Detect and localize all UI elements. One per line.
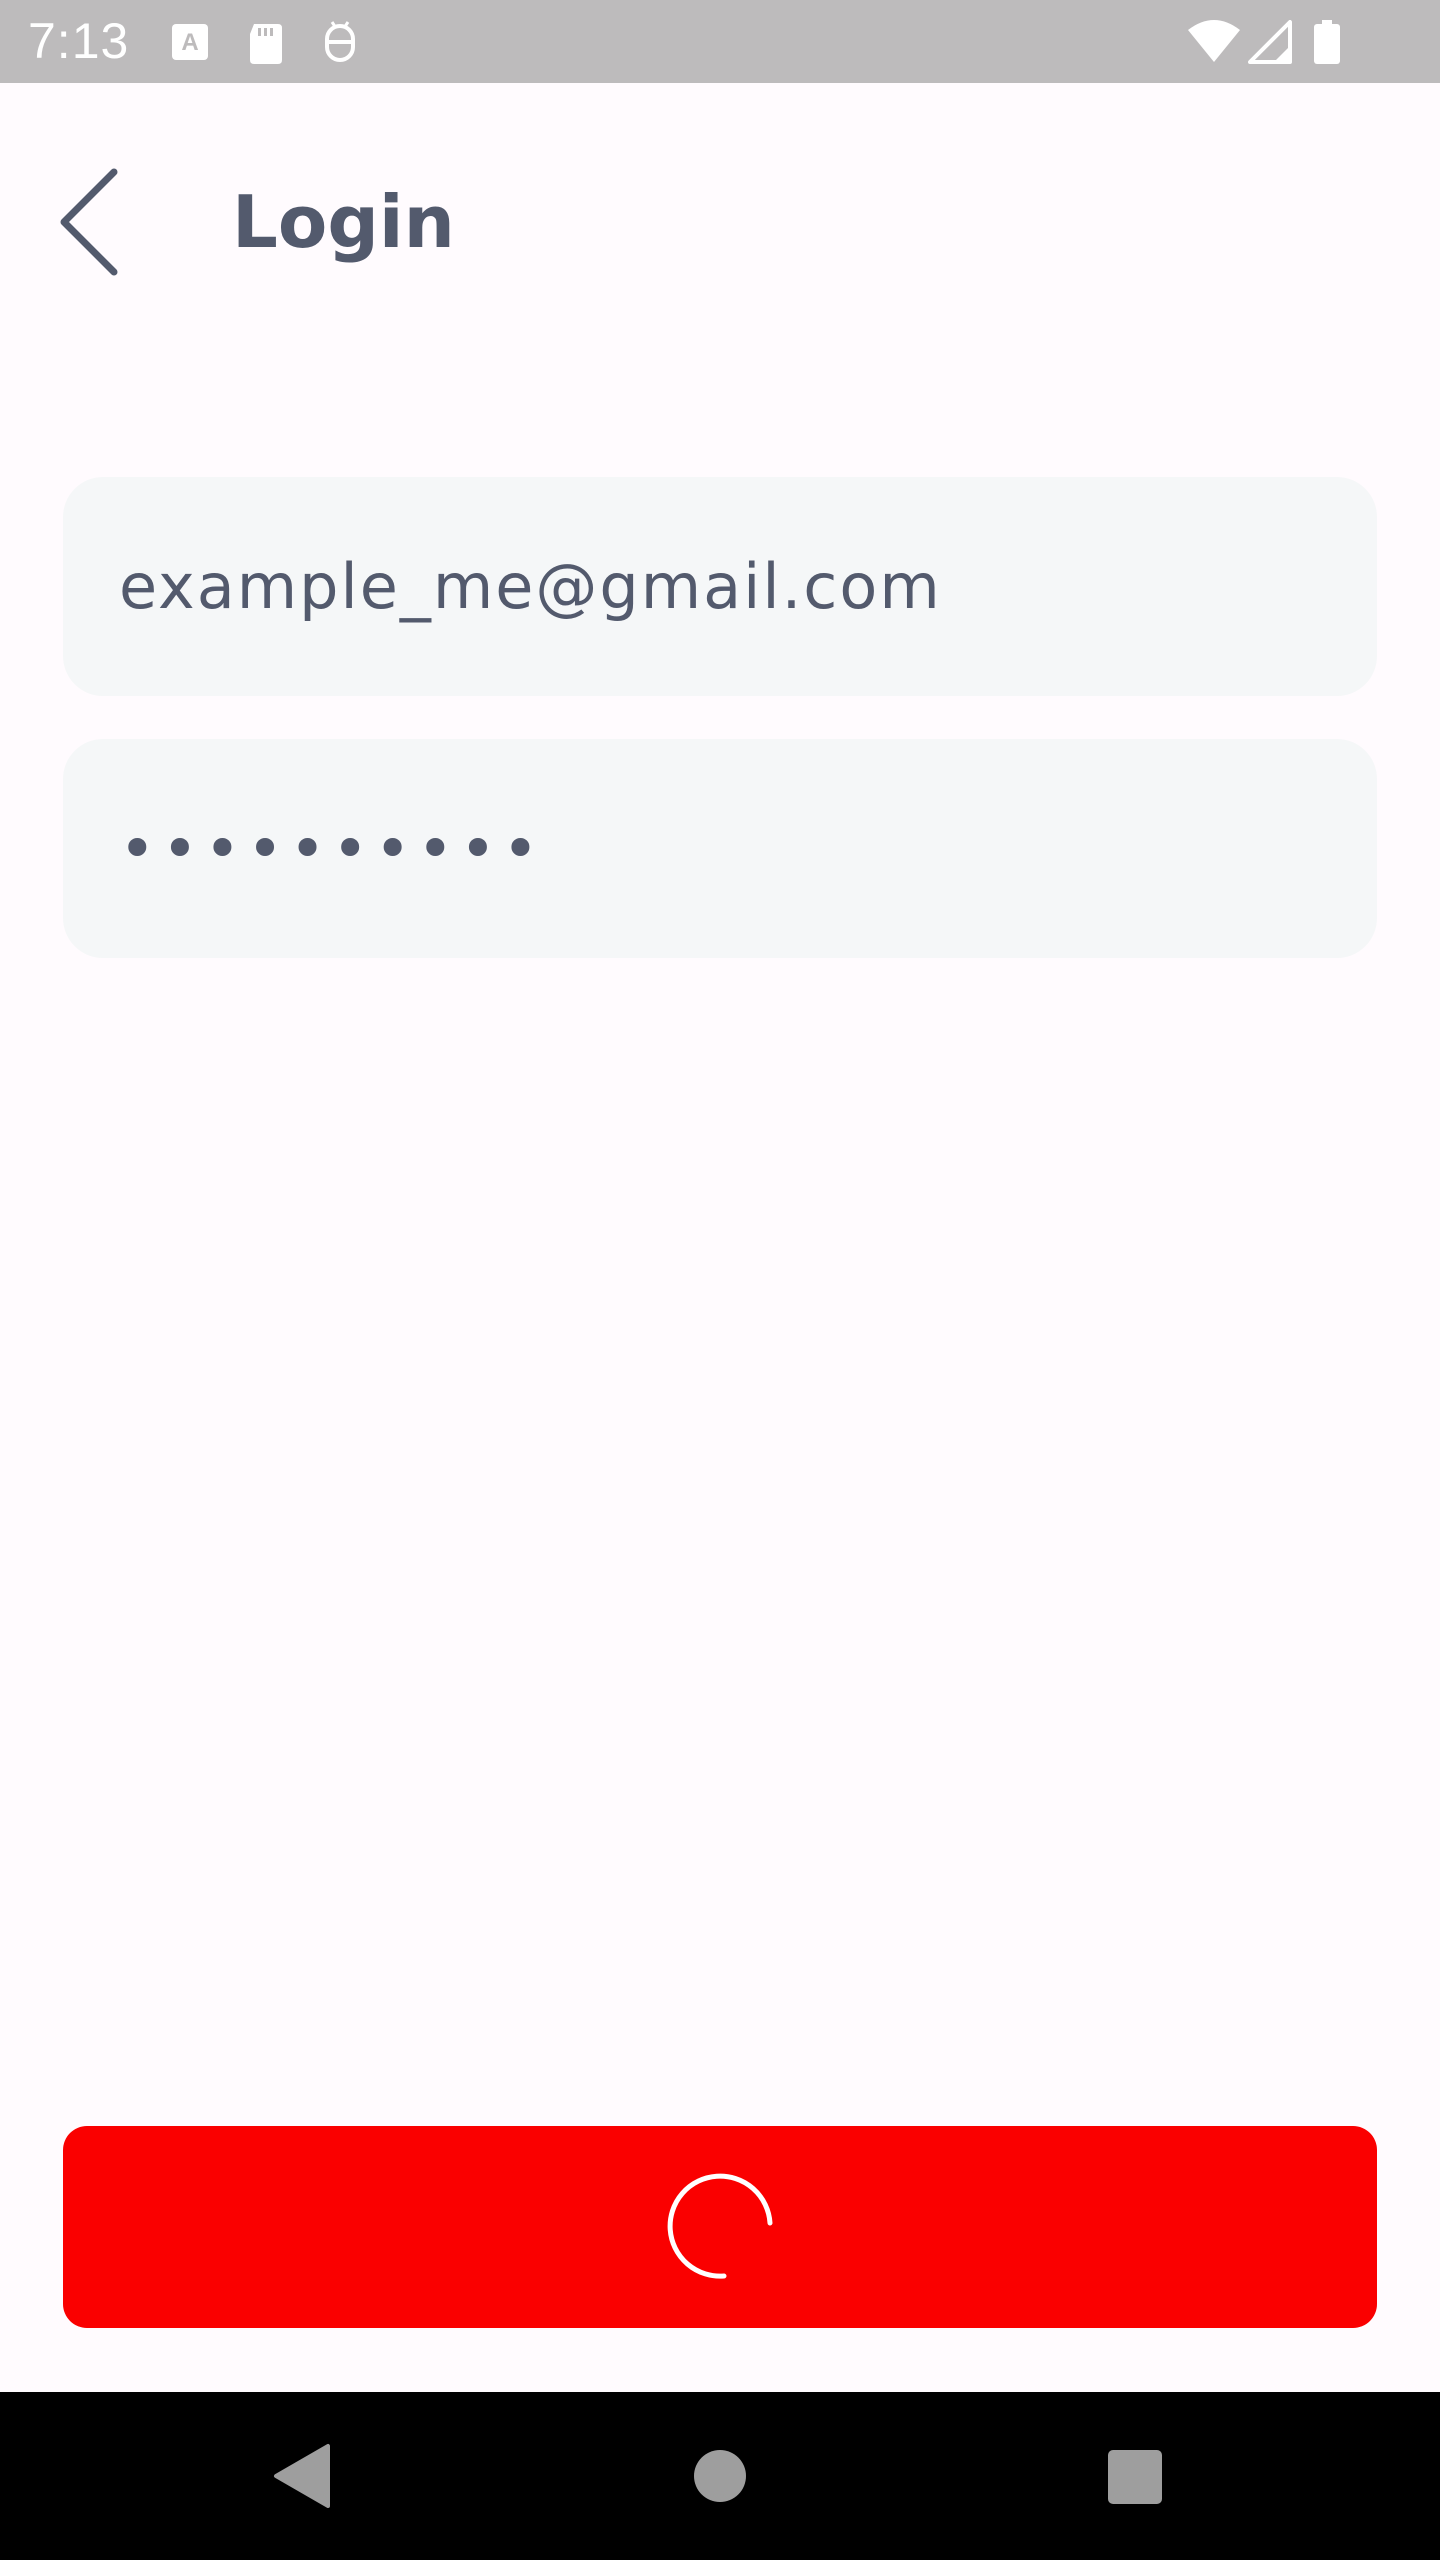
page-title: Login	[232, 180, 455, 264]
svg-text:A: A	[181, 29, 198, 56]
recents-square-icon[interactable]	[1094, 2436, 1174, 2516]
chevron-left-icon	[40, 168, 140, 294]
login-submit-button[interactable]	[63, 2126, 1377, 2328]
home-circle-icon[interactable]	[680, 2436, 760, 2516]
back-button[interactable]	[40, 150, 140, 290]
password-field[interactable]: ••••••••••	[63, 739, 1377, 958]
email-value: example_me@gmail.com	[119, 550, 942, 623]
back-triangle-icon[interactable]	[262, 2436, 342, 2516]
status-bar: 7:13 A	[0, 0, 1440, 83]
text-a-icon: A	[168, 20, 212, 64]
password-value: ••••••••••	[119, 812, 545, 885]
status-time: 7:13	[28, 13, 130, 69]
battery-icon	[1312, 20, 1342, 64]
email-field[interactable]: example_me@gmail.com	[63, 477, 1377, 696]
login-screen: 7:13 A Login example_me@gmail.com ••••••…	[0, 0, 1440, 2560]
debug-icon	[318, 20, 362, 64]
loading-spinner-icon	[666, 2173, 774, 2281]
system-nav-bar	[0, 2392, 1440, 2560]
sd-card-icon	[244, 20, 288, 64]
wifi-icon	[1186, 20, 1242, 64]
cell-signal-icon	[1248, 20, 1292, 64]
